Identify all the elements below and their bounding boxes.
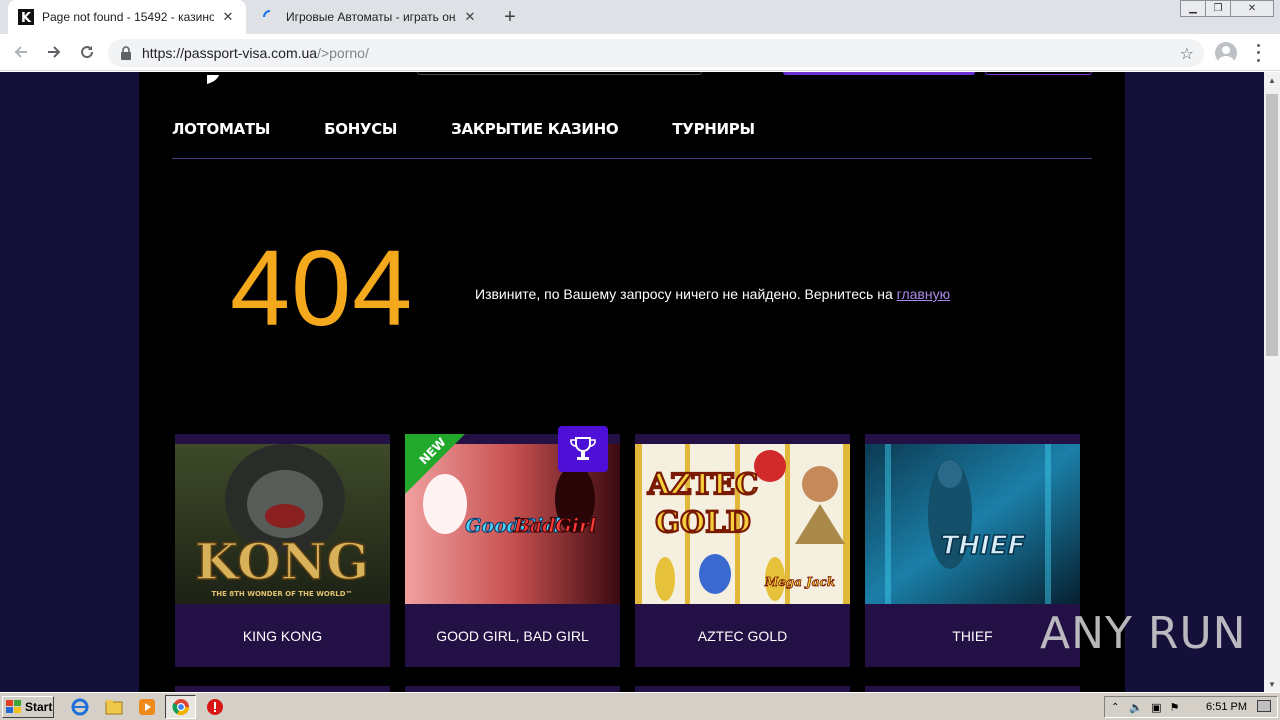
scrollbar-thumb[interactable] xyxy=(1266,94,1278,356)
loading-spinner-icon xyxy=(262,9,278,25)
error-message: Извините, по Вашему запросу ничего не на… xyxy=(475,286,950,302)
tab-strip: K Page not found - 15492 - казино Ко ✕ И… xyxy=(0,0,1280,34)
close-window-icon[interactable]: ✕ xyxy=(1230,0,1274,17)
tab-title: Игровые Автоматы - играть онлай xyxy=(286,10,456,24)
game-title[interactable]: KING KONG xyxy=(175,604,390,667)
game-card-king-kong[interactable]: KONG THE 8TH WONDER OF THE WORLD™ KING K… xyxy=(175,434,390,667)
game-thumbnail[interactable]: AZTEC GOLD Mega Jack xyxy=(635,444,850,604)
close-tab-icon[interactable]: ✕ xyxy=(462,9,478,25)
url-path: />porno/ xyxy=(317,45,369,61)
game-thumbnail[interactable]: THIEF xyxy=(865,444,1080,604)
svg-text:AZTEC: AZTEC xyxy=(647,467,758,501)
file-explorer-icon[interactable] xyxy=(104,697,124,717)
game-card-aztec-gold[interactable]: AZTEC GOLD Mega Jack AZTEC GOLD xyxy=(635,434,850,667)
anyrun-watermark: ANY RUN xyxy=(1040,608,1247,659)
new-tab-button[interactable]: + xyxy=(498,5,522,29)
page-scrollbar[interactable]: ▲ ▼ xyxy=(1264,72,1280,692)
svg-text:KONG: KONG xyxy=(195,532,369,591)
register-button-edge[interactable] xyxy=(783,72,975,75)
forward-arrow-icon[interactable] xyxy=(42,40,66,64)
address-bar[interactable]: https://passport-visa.com.ua/>porno/ ☆ xyxy=(108,39,1204,67)
nav-item-lotomaty[interactable]: ЛОТОМАТЫ xyxy=(172,120,270,138)
internet-explorer-icon[interactable] xyxy=(70,697,90,717)
clock[interactable]: 6:51 PM xyxy=(1206,701,1247,713)
media-player-icon[interactable] xyxy=(137,697,157,717)
tab-title: Page not found - 15492 - казино Ко xyxy=(42,10,214,24)
kong-subtitle: THE 8TH WONDER OF THE WORLD™ xyxy=(211,590,352,598)
svg-text:Mega Jack: Mega Jack xyxy=(764,575,835,589)
svg-text:GOLD: GOLD xyxy=(655,505,751,539)
game-thumbnail[interactable]: KONG THE 8TH WONDER OF THE WORLD™ xyxy=(175,444,390,604)
watermark-text: ANY RUN xyxy=(1040,608,1247,659)
svg-text:K: K xyxy=(21,11,32,25)
volume-icon[interactable]: 🔈 xyxy=(1129,701,1143,714)
close-tab-icon[interactable]: ✕ xyxy=(220,9,236,25)
chrome-taskbar-button[interactable] xyxy=(165,695,196,719)
error-message-text: Извините, по Вашему запросу ничего не на… xyxy=(475,286,897,302)
error-code: 404 xyxy=(230,227,414,348)
new-badge: NEW xyxy=(405,434,465,494)
start-label: Start xyxy=(25,700,53,714)
game-title[interactable]: AZTEC GOLD xyxy=(635,604,850,667)
window-controls: ▁ ❐ ✕ xyxy=(1180,0,1274,18)
show-desktop-icon[interactable] xyxy=(1257,700,1271,712)
minimize-icon[interactable]: ▁ xyxy=(1180,0,1206,17)
home-link[interactable]: главную xyxy=(897,286,950,302)
nav-divider xyxy=(172,158,1092,159)
main-nav: ЛОТОМАТЫ БОНУСЫ ЗАКРЫТИЕ КАЗИНО ТУРНИРЫ xyxy=(172,120,809,138)
url-host: https://passport-visa.com.ua xyxy=(142,45,318,61)
chrome-icon xyxy=(172,699,190,716)
chrome-menu-icon[interactable] xyxy=(1250,42,1266,64)
lock-icon[interactable] xyxy=(120,46,134,60)
windows-logo-icon xyxy=(6,700,21,713)
svg-text:THIEF: THIEF xyxy=(941,531,1026,561)
game-card-good-girl-bad-girl[interactable]: GoodGirl BadGirl NEW GOOD GIRL, BAD GIRL xyxy=(405,426,620,667)
browser-toolbar: https://passport-visa.com.ua/>porno/ ☆ xyxy=(0,34,1280,71)
windows-taskbar: Start ⌃ 🔈 ▣ ⚑ 6:51 PM xyxy=(0,692,1280,720)
bookmark-star-icon[interactable]: ☆ xyxy=(1180,44,1194,64)
page-viewport: ЛОТОМАТЫ БОНУСЫ ЗАКРЫТИЕ КАЗИНО ТУРНИРЫ … xyxy=(0,72,1264,692)
site-container: ЛОТОМАТЫ БОНУСЫ ЗАКРЫТИЕ КАЗИНО ТУРНИРЫ … xyxy=(139,72,1125,692)
restore-icon[interactable]: ❐ xyxy=(1205,0,1231,17)
antivirus-icon[interactable] xyxy=(205,697,225,717)
nav-item-bonusy[interactable]: БОНУСЫ xyxy=(324,120,397,138)
casino-favicon-icon: K xyxy=(18,9,34,25)
start-button[interactable]: Start xyxy=(2,696,54,718)
nav-item-zakrytie-kazino[interactable]: ЗАКРЫТИЕ КАЗИНО xyxy=(451,120,619,138)
profile-avatar-icon[interactable] xyxy=(1215,42,1237,64)
action-center-flag-icon[interactable]: ⚑ xyxy=(1170,701,1180,714)
reload-icon[interactable] xyxy=(75,40,99,64)
nav-item-turniry[interactable]: ТУРНИРЫ xyxy=(672,120,755,138)
system-tray: ⌃ 🔈 ▣ ⚑ 6:51 PM xyxy=(1104,696,1278,718)
game-title[interactable]: GOOD GIRL, BAD GIRL xyxy=(405,604,620,667)
trophy-icon xyxy=(558,426,608,472)
network-icon[interactable]: ▣ xyxy=(1151,701,1161,714)
tab-page-not-found[interactable]: K Page not found - 15492 - казино Ко ✕ xyxy=(8,0,246,34)
tray-expand-icon[interactable]: ⌃ xyxy=(1111,702,1119,713)
login-button-edge[interactable] xyxy=(985,72,1092,75)
search-field-edge[interactable] xyxy=(417,72,702,75)
back-arrow-icon[interactable] xyxy=(9,40,33,64)
tab-igrovye-avtomaty[interactable]: Игровые Автоматы - играть онлай ✕ xyxy=(252,0,488,34)
scroll-up-icon[interactable]: ▲ xyxy=(1264,72,1280,88)
game-grid: KONG THE 8TH WONDER OF THE WORLD™ KING K… xyxy=(175,426,1095,667)
svg-text:BadGirl: BadGirl xyxy=(513,515,596,537)
scroll-down-icon[interactable]: ▼ xyxy=(1264,676,1280,692)
site-logo[interactable] xyxy=(173,72,223,84)
